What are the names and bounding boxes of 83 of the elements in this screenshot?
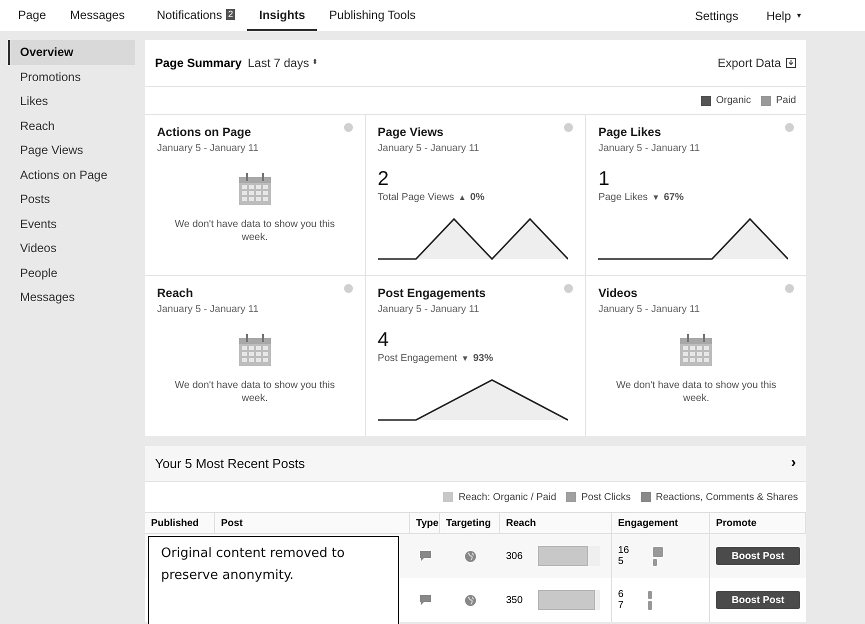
column-header: Post bbox=[215, 513, 410, 533]
card-dates: January 5 - January 11 bbox=[378, 142, 480, 156]
nav-tab[interactable]: Insights bbox=[247, 0, 318, 31]
card-dates: January 5 - January 11 bbox=[157, 303, 260, 317]
card-title: Actions on Page bbox=[157, 124, 252, 141]
sidebar-item[interactable]: Messages bbox=[8, 285, 135, 310]
engagement-bar bbox=[648, 590, 652, 598]
nav-tab[interactable]: Notifications 2 bbox=[144, 0, 248, 31]
download-icon bbox=[786, 58, 796, 68]
card-title: Reach bbox=[157, 285, 194, 302]
boost-post-button[interactable]: Boost Post bbox=[716, 547, 800, 565]
no-data-message: We don't have data to show you this week. bbox=[615, 379, 778, 405]
sidebar-item[interactable]: People bbox=[8, 260, 135, 285]
engagement-count: 16 bbox=[618, 545, 630, 556]
card-title: Page Likes bbox=[598, 124, 662, 141]
sidebar-item[interactable]: Overview bbox=[8, 40, 135, 64]
sidebar-item[interactable]: Page Views bbox=[8, 138, 135, 162]
column-header: Engagement bbox=[612, 513, 710, 533]
comment-icon bbox=[420, 595, 430, 605]
column-header: Published bbox=[145, 513, 215, 533]
legend-label: Reach: Organic / Paid bbox=[458, 490, 556, 504]
legend-label: Organic bbox=[716, 94, 751, 108]
metric-change: 0% bbox=[470, 191, 485, 205]
sidebar-item[interactable]: Likes bbox=[8, 89, 135, 114]
card-title: Post Engagements bbox=[378, 285, 486, 302]
column-header: Type bbox=[410, 513, 440, 533]
engagement-count: 5 bbox=[618, 556, 625, 567]
metric-value: 1 bbox=[598, 168, 610, 190]
export-data-button[interactable]: Export Data bbox=[718, 54, 796, 72]
trend-arrow: ▼ bbox=[652, 192, 660, 204]
trend-arrow: ▲ bbox=[458, 192, 466, 204]
metric-value: 2 bbox=[378, 168, 390, 190]
nav-tab[interactable]: Page bbox=[8, 0, 58, 31]
card-dates: January 5 - January 11 bbox=[598, 142, 701, 156]
help-menu[interactable]: Help ▾ bbox=[766, 6, 801, 24]
nav-tab[interactable]: Messages bbox=[58, 0, 137, 31]
column-header: Promote bbox=[710, 513, 806, 533]
legend-label: Post Clicks bbox=[581, 490, 631, 504]
metric-caption: Post Engagement bbox=[378, 352, 458, 366]
card-title: Page Views bbox=[378, 124, 444, 141]
sidebar-item[interactable]: Videos bbox=[8, 236, 135, 260]
column-header: Targeting bbox=[440, 513, 500, 533]
reach-count: 350 bbox=[506, 594, 524, 608]
column-header: Reach bbox=[500, 513, 612, 533]
no-data-message: We don't have data to show you this week. bbox=[174, 218, 336, 244]
reach-count: 306 bbox=[506, 550, 524, 564]
more-chevron[interactable]: › bbox=[791, 452, 796, 475]
sidebar-item[interactable]: Promotions bbox=[8, 64, 135, 89]
sidebar-item[interactable]: Posts bbox=[8, 187, 135, 212]
sidebar-item[interactable]: Events bbox=[8, 212, 135, 236]
nav-tab[interactable]: Publishing Tools bbox=[317, 0, 428, 31]
posts-title: Your 5 Most Recent Posts bbox=[155, 454, 305, 473]
engagement-bar bbox=[653, 546, 664, 556]
calendar-icon bbox=[238, 333, 272, 367]
metric-caption: Page Likes bbox=[598, 191, 648, 205]
metric-change: 93% bbox=[473, 352, 494, 366]
trend-arrow: ▼ bbox=[461, 352, 470, 364]
legend-label: Reactions, Comments & Shares bbox=[656, 490, 798, 504]
redaction-note: Original content removed to preserve anonymity. bbox=[148, 536, 399, 624]
card-dates: January 5 - January 11 bbox=[598, 303, 701, 317]
comment-icon bbox=[420, 551, 430, 561]
engagement-bar bbox=[648, 600, 652, 610]
no-data-message: We don't have data to show you this week. bbox=[174, 379, 336, 405]
metric-change: 67% bbox=[664, 191, 684, 205]
engagement-count: 7 bbox=[618, 600, 624, 611]
sidebar-item[interactable]: Actions on Page bbox=[8, 162, 135, 187]
card-dates: January 5 - January 11 bbox=[378, 303, 480, 317]
calendar-icon bbox=[238, 172, 272, 206]
calendar-icon bbox=[679, 333, 714, 367]
card-dates: January 5 - January 11 bbox=[157, 142, 260, 156]
card-title: Videos bbox=[598, 285, 638, 302]
boost-post-button[interactable]: Boost Post bbox=[716, 591, 800, 609]
sidebar-item[interactable]: Reach bbox=[8, 114, 135, 138]
metric-value: 4 bbox=[378, 329, 390, 351]
notification-badge: 2 bbox=[226, 9, 236, 20]
engagement-count: 6 bbox=[618, 589, 624, 600]
metric-caption: Total Page Views bbox=[378, 191, 454, 205]
settings-link[interactable]: Settings bbox=[694, 6, 738, 24]
globe-icon bbox=[464, 550, 476, 562]
summary-title: Page Summary bbox=[155, 55, 242, 72]
legend-label: Paid bbox=[776, 94, 796, 108]
globe-icon bbox=[464, 594, 476, 606]
engagement-bar bbox=[653, 558, 658, 566]
